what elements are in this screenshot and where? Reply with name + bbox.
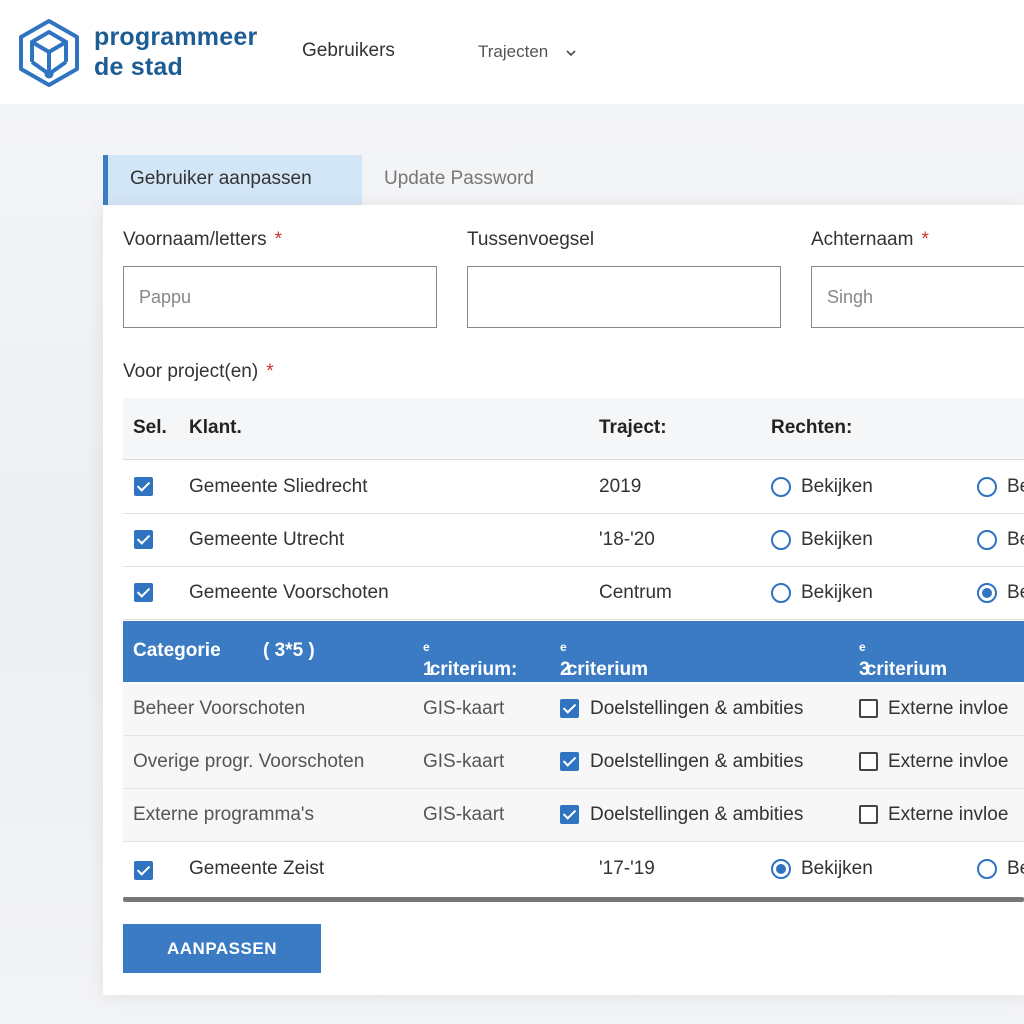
criterion-2-checkbox[interactable] [560,699,579,718]
first-name-label: Voornaam/letters * [123,229,282,251]
rights-view-radio[interactable] [771,583,791,603]
ordinal-suffix: e [423,640,430,654]
criterion-1-value: GIS-kaart [423,698,505,719]
rights-view-radio[interactable] [771,530,791,550]
top-navigation-bar: programmeer de stad Gebruikers Trajecten [0,0,1024,104]
header-traject: Traject: [599,417,667,438]
category-row: Overige progr. Voorschoten GIS-kaart Doe… [123,736,1024,789]
last-name-label-text: Achternaam [811,229,914,250]
criterion-2-checkbox[interactable] [560,805,579,824]
required-mark: * [921,229,929,250]
criterion-2-value: Doelstellingen & ambities [590,751,804,772]
rights-edit-radio[interactable] [977,477,997,497]
traject-value: Centrum [599,582,672,603]
last-name-input[interactable] [811,266,1024,328]
category-name: Externe programma's [133,804,315,825]
criterion-3-checkbox[interactable] [859,699,878,718]
tab-edit-user[interactable]: Gebruiker aanpassen [103,155,362,205]
rights-edit-label: Be [1007,858,1024,879]
rights-edit-label: Be [1007,529,1024,550]
rights-view-label: Bekijken [801,582,873,603]
traject-value: '17-'19 [599,858,655,879]
logo-line-2: de stad [94,53,183,81]
header-client: Klant. [189,417,242,438]
criterion-2-checkbox[interactable] [560,752,579,771]
logo-wordmark[interactable]: programmeer de stad [94,22,257,82]
logo-cube-icon[interactable] [18,18,80,88]
rights-view-radio[interactable] [771,477,791,497]
nav-trajects[interactable]: Trajecten [478,42,577,62]
projects-label: Voor project(en) * [123,361,274,383]
category-row: Externe programma's GIS-kaart Doelstelli… [123,789,1024,842]
nav-users[interactable]: Gebruikers [302,40,395,62]
table-row: Gemeente Utrecht '18-'20 Bekijken Be [123,514,1024,567]
infix-label: Tussenvoegsel [467,229,595,250]
category-name: Beheer Voorschoten [133,698,306,719]
header-category-count: ( 3*5 ) [263,640,315,661]
required-mark: * [266,361,274,382]
ordinal-suffix: e [859,640,866,654]
table-row: Gemeente Sliedrecht 2019 Bekijken Be [123,461,1024,514]
logo-line-1: programmeer [94,23,258,51]
projects-label-text: Voor project(en) [123,361,259,382]
table-row: Gemeente Voorschoten Centrum Bekijken Be [123,567,1024,620]
rights-view-radio[interactable] [771,859,791,879]
client-name: Gemeente Sliedrecht [189,476,368,497]
rights-edit-radio[interactable] [977,530,997,550]
tab-update-password[interactable]: Update Password [384,168,534,190]
criterion-2-value: Doelstellingen & ambities [590,804,804,825]
rights-edit-radio[interactable] [977,583,997,603]
submit-button[interactable]: AANPASSEN [123,924,321,973]
first-name-input[interactable] [123,266,437,328]
rights-view-label: Bekijken [801,476,873,497]
criterion-3-checkbox[interactable] [859,752,878,771]
criterion-3-value: Externe invloe [888,698,1009,719]
infix-input[interactable] [467,266,781,328]
client-name: Gemeente Zeist [189,858,325,879]
header-criterion-2: 2e criterium [560,640,648,680]
rights-edit-label: Be [1007,476,1024,497]
rights-edit-radio[interactable] [977,859,997,879]
rights-view-label: Bekijken [801,858,873,879]
row-select-checkbox[interactable] [134,583,153,602]
row-select-checkbox[interactable] [134,530,153,549]
last-name-label: Achternaam * [811,229,929,251]
nav-trajects-label: Trajecten [478,42,549,61]
criterion-1-label: criterium: [429,659,518,680]
projects-table-header: Sel. Klant. Traject: Rechten: [123,398,1024,460]
rights-edit-label: Be [1007,582,1024,603]
row-select-checkbox[interactable] [134,861,153,880]
horizontal-scrollbar[interactable] [123,897,1024,902]
first-name-label-text: Voornaam/letters [123,229,267,250]
rights-view-label: Bekijken [801,529,873,550]
criterion-1-value: GIS-kaart [423,751,505,772]
header-category: Categorie [133,640,221,661]
criterion-2-label: criterium [566,659,648,680]
client-name: Gemeente Utrecht [189,529,345,550]
chevron-down-icon [566,49,576,56]
criterion-3-label: criterium [865,659,947,680]
criterion-2-value: Doelstellingen & ambities [590,698,804,719]
required-mark: * [274,229,283,250]
criterion-3-value: Externe invloe [888,804,1009,825]
category-name: Overige progr. Voorschoten [133,751,365,772]
header-rights: Rechten: [771,417,853,438]
client-name: Gemeente Voorschoten [189,582,389,603]
table-row: Gemeente Zeist '17-'19 Bekijken Be [123,843,1024,896]
criterion-3-checkbox[interactable] [859,805,878,824]
category-table-header: Categorie ( 3*5 ) 1e criterium: 2e crite… [123,621,1024,682]
header-criterion-3: 3e criterium [859,640,947,680]
ordinal-suffix: e [560,640,567,654]
row-select-checkbox[interactable] [134,477,153,496]
criterion-1-value: GIS-kaart [423,804,505,825]
criterion-3-value: Externe invloe [888,751,1009,772]
traject-value: '18-'20 [599,529,655,550]
category-row: Beheer Voorschoten GIS-kaart Doelstellin… [123,683,1024,736]
header-criterion-1: 1e criterium: [423,640,517,680]
traject-value: 2019 [599,476,642,497]
header-sel: Sel. [133,417,167,438]
